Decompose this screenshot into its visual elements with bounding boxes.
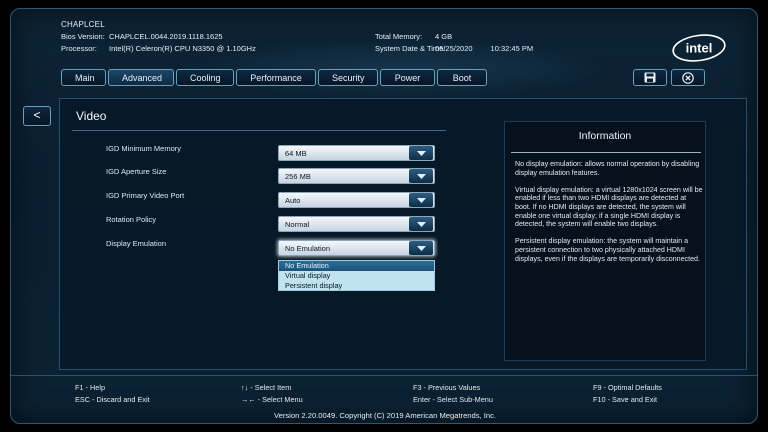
rotation-policy-select[interactable]: Normal <box>278 216 435 232</box>
product-name: CHAPLCEL <box>61 20 105 29</box>
system-datetime-label: System Date & Time: <box>375 44 446 53</box>
version-copyright: Version 2.20.0049. Copyright (C) 2019 Am… <box>273 411 497 420</box>
key-hint-select-menu: →← - Select Menu <box>241 395 303 404</box>
information-panel: Information No display emulation: allows… <box>504 121 706 361</box>
select-value: 64 MB <box>285 148 307 158</box>
intel-logo: intel <box>672 34 726 62</box>
tab-performance[interactable]: Performance <box>236 69 316 86</box>
display-emulation-label: Display Emulation <box>106 239 167 248</box>
back-button[interactable]: < <box>23 106 51 126</box>
total-memory-value: 4 GB <box>435 32 453 41</box>
section-title: Video <box>76 109 107 123</box>
key-hint-save-exit: F10 - Save and Exit <box>593 395 658 404</box>
bios-window: CHAPLCEL Bios Version: CHAPLCEL.0044.2019… <box>10 8 758 424</box>
key-hint-discard-exit: ESC - Discard and Exit <box>75 395 150 404</box>
tab-power[interactable]: Power <box>380 69 435 86</box>
system-time-value: 10:32:45 PM <box>490 44 534 53</box>
key-hint-help: F1 - Help <box>75 383 106 392</box>
tab-boot[interactable]: Boot <box>437 69 487 86</box>
logo-text: intel <box>686 41 713 56</box>
settings-panel: Video IGD Minimum Memory 64 MB IGD Apert… <box>59 98 747 370</box>
system-info-right: Total Memory: 4 GB System Date & Time:06/… <box>375 31 533 55</box>
information-body: No display emulation: allows normal oper… <box>515 160 703 272</box>
menu-tabs: Main Advanced Cooling Performance Securi… <box>61 69 487 86</box>
system-info-left: CHAPLCEL Bios Version: CHAPLCEL.0044.2019… <box>61 19 256 55</box>
display-emulation-dropdown: No Emulation Virtual display Persistent … <box>278 260 435 291</box>
section-divider <box>72 130 446 131</box>
info-paragraph: Persistent display emulation: the system… <box>515 237 700 263</box>
select-value: Auto <box>285 195 301 205</box>
dropdown-option-no-emulation[interactable]: No Emulation <box>279 261 434 271</box>
processor-value: Intel(R) Celeron(R) CPU N3350 @ 1.10GHz <box>109 44 256 53</box>
select-value: Normal <box>285 219 310 229</box>
information-divider <box>511 152 701 153</box>
close-circle-icon <box>682 71 694 84</box>
chevron-down-icon[interactable] <box>409 146 433 160</box>
select-value: 256 MB <box>285 171 311 181</box>
igd-minimum-memory-label: IGD Minimum Memory <box>106 144 182 153</box>
chevron-down-icon[interactable] <box>409 217 433 231</box>
bios-version-label: Bios Version: <box>61 32 105 41</box>
key-hint-optimal-defaults: F9 - Optimal Defaults <box>593 383 662 392</box>
processor-label: Processor: <box>61 44 97 53</box>
total-memory-label: Total Memory: <box>375 32 423 41</box>
chevron-down-icon[interactable] <box>409 169 433 183</box>
key-hint-select-item: ↑↓ - Select Item <box>241 383 292 392</box>
exit-button[interactable] <box>671 69 705 86</box>
info-paragraph: No display emulation: allows normal oper… <box>515 160 700 177</box>
footer-divider <box>11 375 757 376</box>
key-hint-select-submenu: Enter - Select Sub-Menu <box>413 395 493 404</box>
chevron-down-icon[interactable] <box>409 193 433 207</box>
igd-minimum-memory-select[interactable]: 64 MB <box>278 145 435 161</box>
information-title: Information <box>578 130 632 142</box>
tab-security[interactable]: Security <box>318 69 378 86</box>
rotation-policy-label: Rotation Policy <box>106 215 157 224</box>
save-button[interactable] <box>633 69 667 86</box>
key-hint-previous-values: F3 - Previous Values <box>413 383 481 392</box>
igd-aperture-size-label: IGD Aperture Size <box>106 167 167 176</box>
dropdown-option-virtual-display[interactable]: Virtual display <box>279 271 434 281</box>
igd-primary-video-port-label: IGD Primary Video Port <box>106 191 185 200</box>
tab-advanced[interactable]: Advanced <box>108 69 174 86</box>
dropdown-option-persistent-display[interactable]: Persistent display <box>279 281 434 291</box>
tab-cooling[interactable]: Cooling <box>176 69 234 86</box>
bios-version-value: CHAPLCEL.0044.2019.1118.1625 <box>109 32 223 41</box>
igd-primary-video-port-select[interactable]: Auto <box>278 192 435 208</box>
system-date-value: 06/25/2020 <box>435 44 473 53</box>
igd-aperture-size-select[interactable]: 256 MB <box>278 168 435 184</box>
tab-main[interactable]: Main <box>61 69 106 86</box>
chevron-down-icon[interactable] <box>409 241 433 255</box>
select-value: No Emulation <box>285 243 331 253</box>
info-paragraph: Virtual display emulation: a virtual 128… <box>515 185 703 229</box>
save-icon <box>644 72 656 83</box>
display-emulation-select[interactable]: No Emulation <box>278 240 435 256</box>
